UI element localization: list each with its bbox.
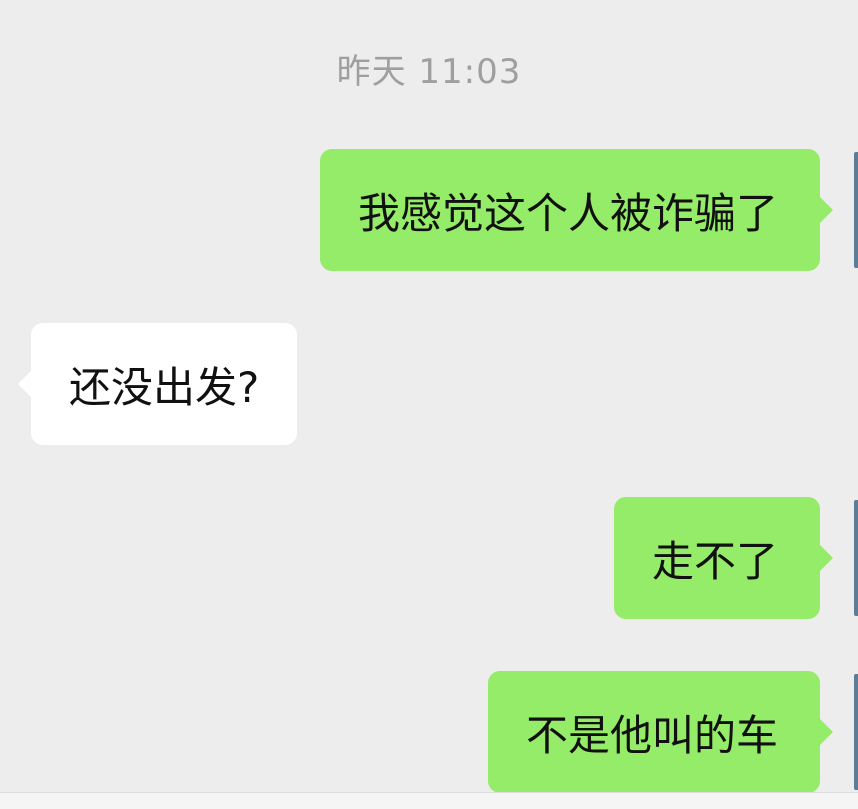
sent-message-row: 走不了 xyxy=(594,497,833,619)
sent-message-row: 我感觉这个人被诈骗了 xyxy=(241,149,833,271)
message-text: 还没出发? xyxy=(69,362,260,412)
received-message-row: 还没出发? xyxy=(18,323,331,445)
message-text: 走不了 xyxy=(651,536,778,586)
received-message-bubble[interactable]: 还没出发? xyxy=(18,323,298,445)
bubble-tail xyxy=(820,197,833,223)
avatar[interactable] xyxy=(854,152,858,268)
sent-message-bubble[interactable]: 走不了 xyxy=(613,497,833,619)
avatar[interactable] xyxy=(854,500,858,616)
chat-conversation: 昨天 11:03 我感觉这个人被诈骗了 还没出发? 走不了 不是他叫的车 xyxy=(0,0,858,809)
avatar[interactable] xyxy=(854,674,858,790)
message-text: 我感觉这个人被诈骗了 xyxy=(357,188,778,238)
input-bar-divider xyxy=(0,792,858,809)
bubble-tail xyxy=(820,545,833,571)
sent-message-bubble[interactable]: 不是他叫的车 xyxy=(487,671,833,793)
sent-message-bubble[interactable]: 我感觉这个人被诈骗了 xyxy=(319,149,833,271)
message-timestamp: 昨天 11:03 xyxy=(336,52,522,92)
message-text: 不是他叫的车 xyxy=(525,710,778,760)
bubble-tail xyxy=(18,371,31,397)
sent-message-row: 不是他叫的车 xyxy=(442,671,833,793)
bubble-tail xyxy=(820,719,833,745)
